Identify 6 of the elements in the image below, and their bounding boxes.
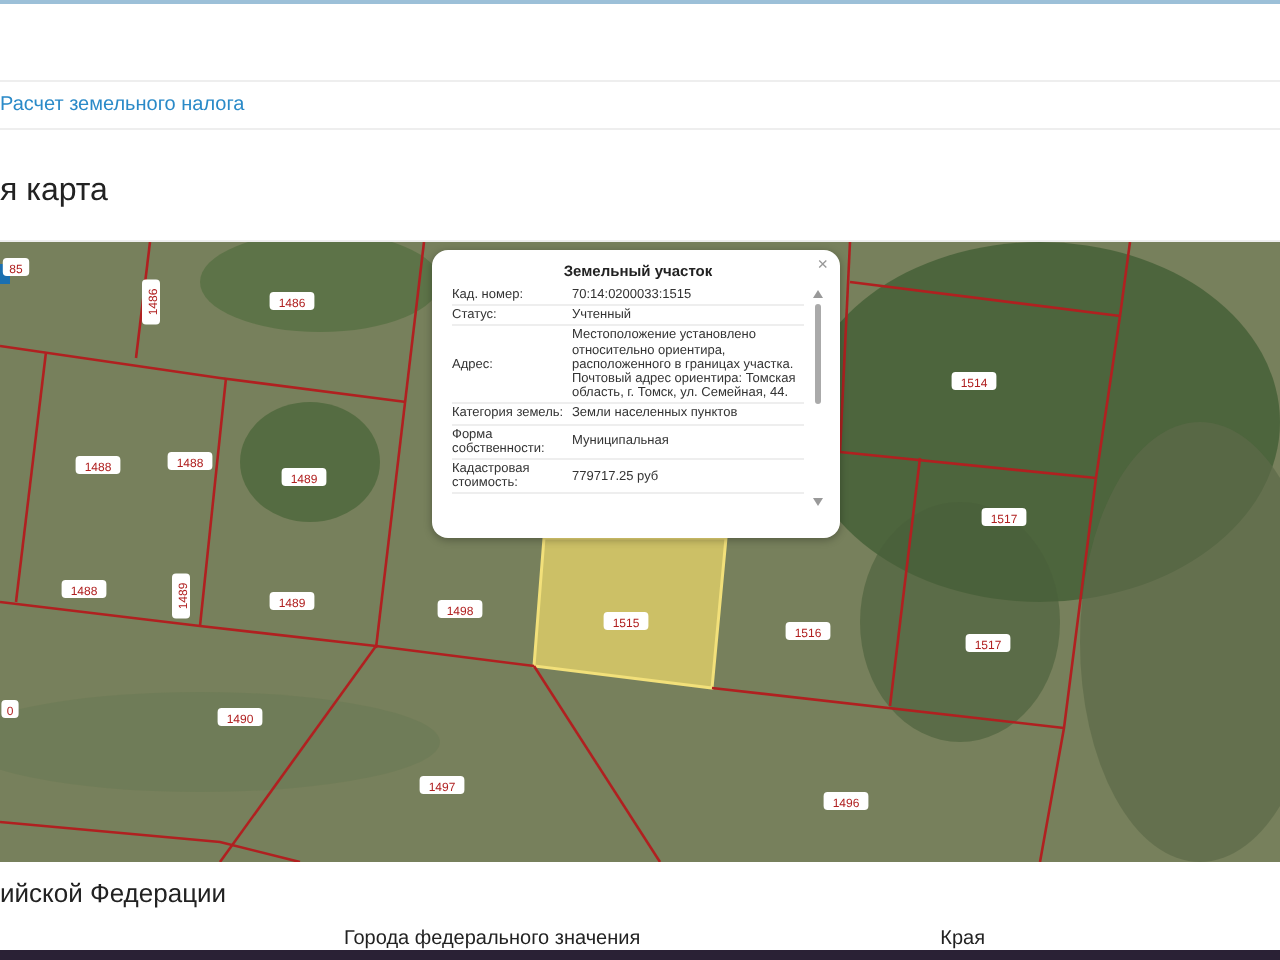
tax-calculation-link[interactable]: Расчет земельного налога: [0, 94, 245, 116]
section-heading: ийской Федерации: [0, 878, 229, 908]
scrollbar[interactable]: [812, 286, 824, 510]
column-heading: Края: [940, 928, 985, 950]
column-heading: Города федерального значения: [344, 928, 641, 950]
close-button[interactable]: ×: [813, 254, 832, 274]
